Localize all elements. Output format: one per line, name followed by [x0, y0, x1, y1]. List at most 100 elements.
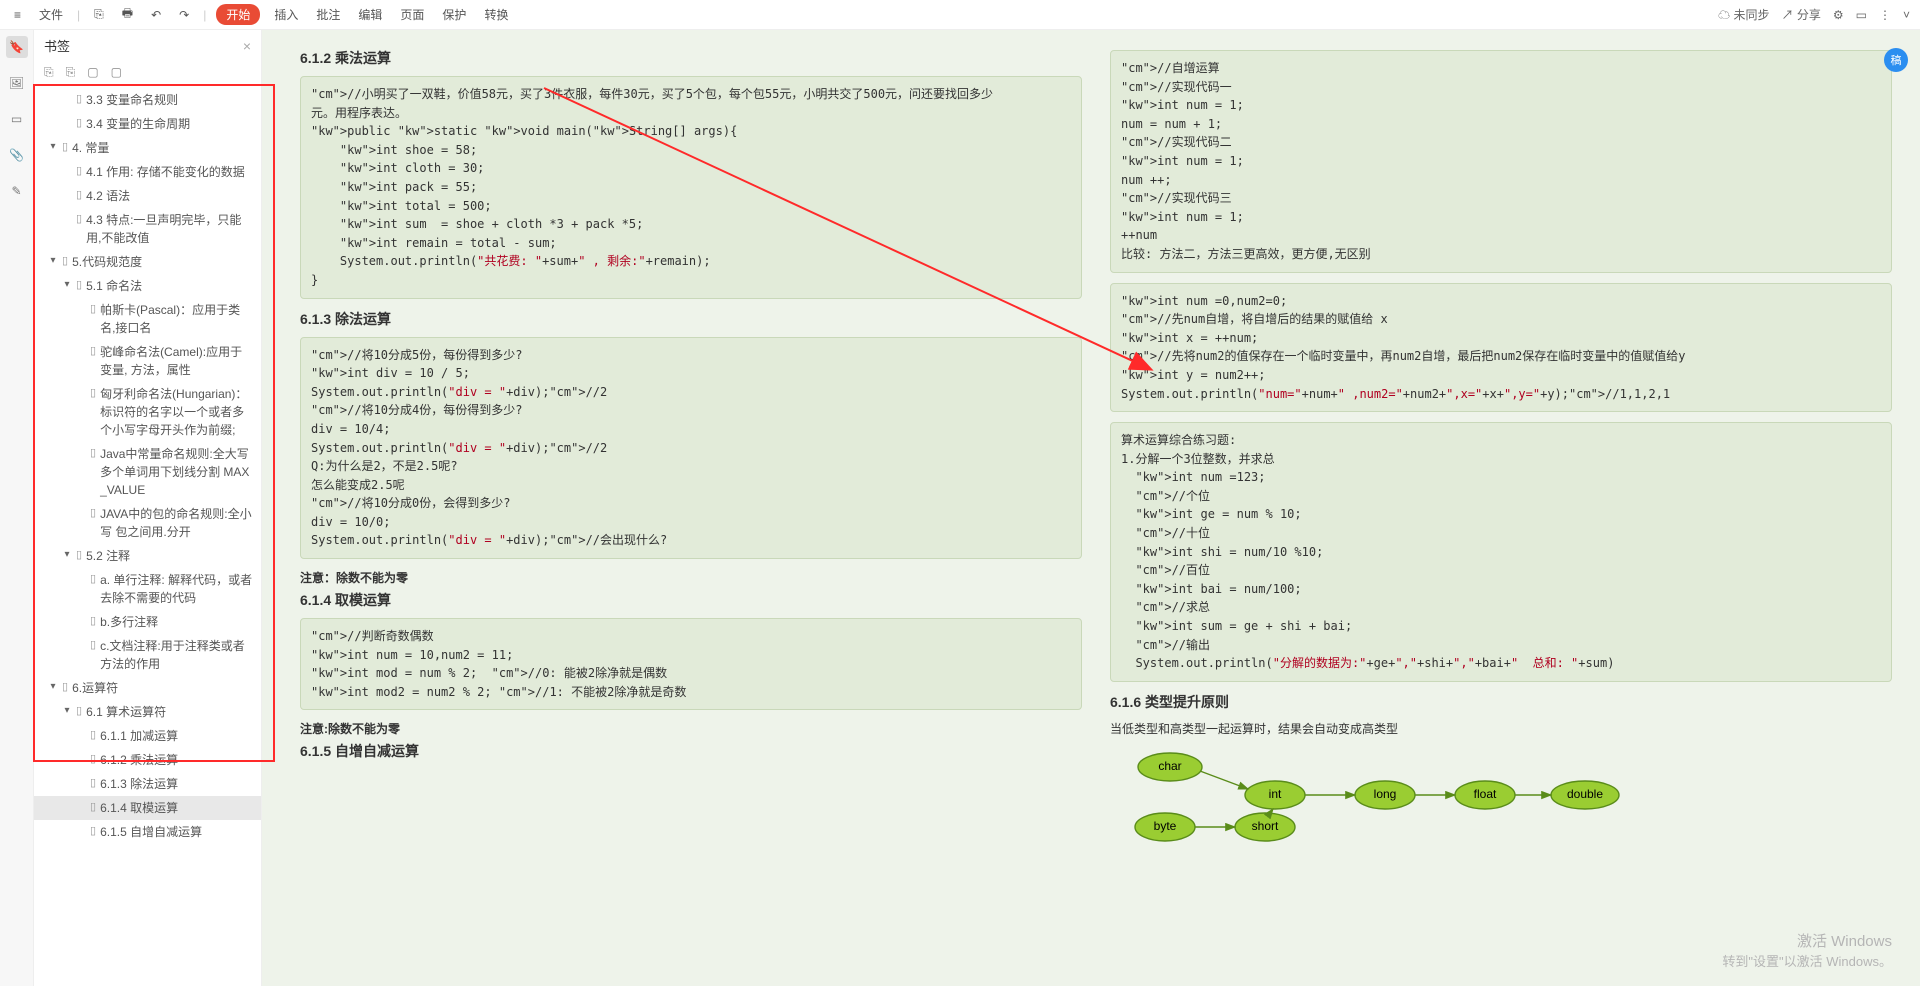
bookmark-item[interactable]: ▯驼峰命名法(Camel):应用于变量, 方法，属性: [34, 340, 261, 382]
gear-icon[interactable]: ⚙: [1833, 8, 1844, 22]
heading-615: 6.1.5 自增自减运算: [300, 741, 1082, 761]
bookmark-icon: ▯: [90, 613, 96, 630]
menu-icon[interactable]: ≡: [10, 6, 25, 24]
bookmark-item[interactable]: ▯匈牙利命名法(Hungarian)：标识符的名字以一个或者多个小写字母开头作为…: [34, 382, 261, 442]
tab-edit[interactable]: 编辑: [354, 4, 386, 25]
bookmark-panel-icon[interactable]: 🔖: [6, 36, 28, 58]
bookmark-icon: ▯: [76, 703, 82, 720]
bookmark-item[interactable]: ▯4.2 语法: [34, 184, 261, 208]
sb-tool-4[interactable]: ▢: [111, 65, 122, 80]
bookmark-label: c.文档注释:用于注释类或者方法的作用: [100, 637, 253, 673]
vertical-toolbar: 🔖 🖼 ▭ 📎 ✎: [0, 30, 34, 986]
bookmark-icon: ▯: [76, 277, 82, 294]
code-612: "cm">//小明买了一双鞋，价值58元，买了3件衣服，每件30元，买了5个包，…: [300, 76, 1082, 299]
bookmark-tree: ▯3.3 变量命名规则▯3.4 变量的生命周期▾▯4. 常量▯4.1 作用: 存…: [34, 84, 261, 986]
bookmark-icon: ▯: [90, 343, 96, 360]
bookmark-label: 6.1.5 自增自减运算: [100, 823, 253, 841]
heading-616: 6.1.6 类型提升原则: [1110, 692, 1892, 712]
svg-text:char: char: [1158, 759, 1181, 773]
bookmark-item[interactable]: ▯6.1.5 自增自减运算: [34, 820, 261, 844]
code-614: "cm">//判断奇数偶数 "kw">int num = 10,num2 = 1…: [300, 618, 1082, 710]
bookmark-item[interactable]: ▯6.1.3 除法运算: [34, 772, 261, 796]
share-button[interactable]: ↗ 分享: [1782, 6, 1821, 23]
bookmark-label: 5.代码规范度: [72, 253, 253, 271]
redo-icon[interactable]: ↷: [175, 6, 193, 24]
open-icon[interactable]: ⎘: [90, 5, 108, 24]
heading-614: 6.1.4 取模运算: [300, 590, 1082, 610]
bookmark-label: 3.4 变量的生命周期: [86, 115, 253, 133]
tab-insert[interactable]: 插入: [270, 4, 302, 25]
type-promotion-diagram: char int long float double byte short: [1110, 745, 1892, 848]
bookmark-item[interactable]: ▯6.1.4 取模运算: [34, 796, 261, 820]
heading-613: 6.1.3 除法运算: [300, 309, 1082, 329]
tree-toggle-icon[interactable]: ▾: [48, 253, 58, 268]
window-icon[interactable]: ▭: [1856, 8, 1867, 22]
sb-tool-1[interactable]: ⎘: [44, 65, 54, 80]
bookmark-item[interactable]: ▯6.1.1 加减运算: [34, 724, 261, 748]
bookmark-item[interactable]: ▯a. 单行注释: 解释代码，或者去除不需要的代码: [34, 568, 261, 610]
bookmark-item[interactable]: ▯c.文档注释:用于注释类或者方法的作用: [34, 634, 261, 676]
tree-toggle-icon[interactable]: ▾: [62, 703, 72, 718]
bookmark-icon: ▯: [90, 727, 96, 744]
chevron-down-icon[interactable]: ˅: [1903, 8, 1910, 22]
sidebar-tools: ⎘ ⎘ ▢ ▢: [34, 61, 261, 84]
code-615a: "cm">//自增运算 "cm">//实现代码一 "kw">int num = …: [1110, 50, 1892, 273]
tab-page[interactable]: 页面: [396, 4, 428, 25]
undo-icon[interactable]: ↶: [147, 6, 165, 24]
close-icon[interactable]: ×: [243, 38, 251, 54]
bookmark-label: 3.3 变量命名规则: [86, 91, 253, 109]
bookmark-icon: ▯: [90, 775, 96, 792]
image-panel-icon[interactable]: 🖼: [6, 72, 28, 94]
floating-assist-button[interactable]: 稿: [1884, 48, 1908, 72]
tab-annotate[interactable]: 批注: [312, 4, 344, 25]
bookmark-item[interactable]: ▯b.多行注释: [34, 610, 261, 634]
bookmark-label: 6.1 算术运算符: [86, 703, 253, 721]
bookmark-item[interactable]: ▯3.3 变量命名规则: [34, 88, 261, 112]
tree-toggle-icon[interactable]: ▾: [48, 139, 58, 154]
attachment-panel-icon[interactable]: 📎: [6, 144, 28, 166]
more-icon[interactable]: ⋮: [1879, 8, 1891, 22]
tree-toggle-icon[interactable]: ▾: [62, 547, 72, 562]
bookmark-item[interactable]: ▯3.4 变量的生命周期: [34, 112, 261, 136]
bookmark-item[interactable]: ▾▯6.运算符: [34, 676, 261, 700]
bookmark-item[interactable]: ▾ ▯6.1 算术运算符: [34, 700, 261, 724]
file-menu[interactable]: 文件: [35, 4, 67, 25]
bookmark-item[interactable]: ▾▯4. 常量: [34, 136, 261, 160]
svg-text:float: float: [1474, 787, 1497, 801]
bookmark-label: 5.1 命名法: [86, 277, 253, 295]
bookmark-icon: ▯: [62, 679, 68, 696]
tab-protect[interactable]: 保护: [438, 4, 470, 25]
print-icon[interactable]: 🖶: [118, 2, 137, 27]
sync-status[interactable]: ☁ 未同步: [1718, 6, 1769, 23]
bookmark-item[interactable]: ▾ ▯5.1 命名法: [34, 274, 261, 298]
sb-tool-2[interactable]: ⎘: [66, 65, 76, 80]
comment-panel-icon[interactable]: ▭: [6, 108, 28, 130]
code-613: "cm">//将10分成5份，每份得到多少? "kw">int div = 10…: [300, 337, 1082, 560]
bookmark-icon: ▯: [76, 163, 82, 180]
bookmark-label: 6.1.2 乘法运算: [100, 751, 253, 769]
tab-convert[interactable]: 转换: [480, 4, 512, 25]
tree-toggle-icon[interactable]: ▾: [48, 679, 58, 694]
document-content[interactable]: 6.1.2 乘法运算 "cm">//小明买了一双鞋，价值58元，买了3件衣服，每…: [262, 30, 1920, 986]
bookmark-item[interactable]: ▯4.3 特点:一旦声明完毕，只能用,不能改值: [34, 208, 261, 250]
text-616: 当低类型和高类型一起运算时，结果会自动变成高类型: [1110, 720, 1892, 737]
bookmark-icon: ▯: [90, 445, 96, 462]
edit-panel-icon[interactable]: ✎: [6, 180, 28, 202]
bookmark-item[interactable]: ▯6.1.2 乘法运算: [34, 748, 261, 772]
bookmark-item[interactable]: ▾▯5.2 注释: [34, 544, 261, 568]
bookmark-icon: ▯: [62, 253, 68, 270]
bookmark-label: 匈牙利命名法(Hungarian)：标识符的名字以一个或者多个小写字母开头作为前…: [100, 385, 253, 439]
bookmark-label: 6.1.1 加减运算: [100, 727, 253, 745]
tree-toggle-icon[interactable]: ▾: [62, 277, 72, 292]
sb-tool-3[interactable]: ▢: [87, 65, 98, 80]
bookmark-item[interactable]: ▯JAVA中的包的命名规则:全小写 包之间用.分开: [34, 502, 261, 544]
bookmark-item[interactable]: ▯4.1 作用: 存储不能变化的数据: [34, 160, 261, 184]
sidebar-title: 书签: [44, 36, 70, 55]
tab-start[interactable]: 开始: [216, 4, 260, 25]
bookmark-item[interactable]: ▯Java中常量命名规则:全大写 多个单词用下划线分割 MAX_VALUE: [34, 442, 261, 502]
bookmark-icon: ▯: [76, 115, 82, 132]
bookmark-icon: ▯: [90, 751, 96, 768]
bookmark-label: b.多行注释: [100, 613, 253, 631]
bookmark-item[interactable]: ▾ ▯5.代码规范度: [34, 250, 261, 274]
bookmark-item[interactable]: ▯帕斯卡(Pascal)：应用于类名,接口名: [34, 298, 261, 340]
